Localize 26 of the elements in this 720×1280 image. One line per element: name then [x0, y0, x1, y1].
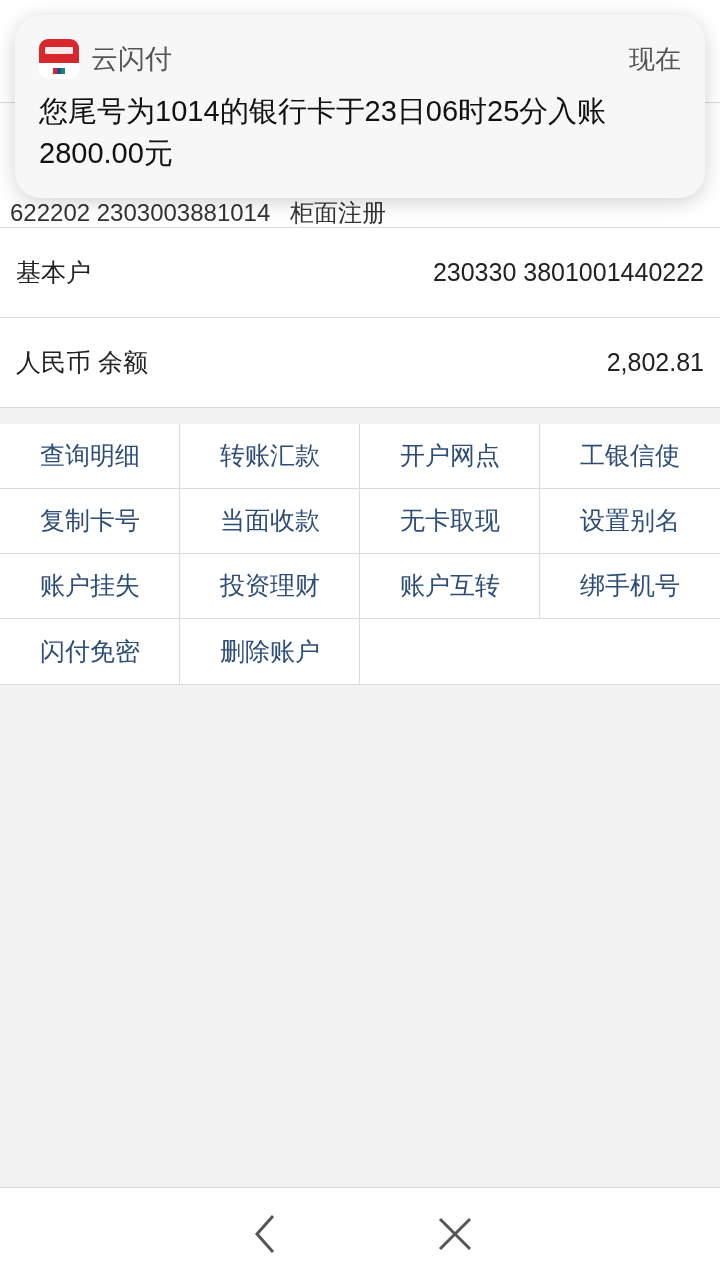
action-button[interactable]: 开户网点 — [360, 424, 540, 489]
notification-card[interactable]: 云闪付 现在 您尾号为1014的银行卡于23日06时25分入账2800.00元 — [15, 15, 705, 198]
row-label: 基本户 — [16, 256, 91, 288]
action-button[interactable]: 绑手机号 — [540, 554, 720, 619]
action-button[interactable]: 复制卡号 — [0, 489, 180, 554]
app-icon — [39, 39, 79, 80]
action-button[interactable]: 账户互转 — [360, 554, 540, 619]
card-number: 622202 2303003881014 柜面注册 — [10, 200, 387, 226]
row-value: 2,802.81 — [606, 346, 704, 378]
notification-time: 现在 — [629, 42, 681, 76]
notification-message: 您尾号为1014的银行卡于23日06时25分入账2800.00元 — [39, 93, 608, 171]
action-button[interactable]: 闪付免密 — [0, 619, 180, 684]
notification-app-name: 云闪付 — [91, 43, 172, 76]
close-icon — [438, 1217, 472, 1251]
action-button[interactable]: 查询明细 — [0, 424, 180, 489]
action-button[interactable]: 工银信使 — [540, 424, 720, 489]
action-button[interactable]: 设置别名 — [540, 489, 720, 554]
back-icon — [253, 1214, 277, 1254]
action-button[interactable]: 当面收款 — [180, 489, 360, 554]
action-button[interactable]: 转账汇款 — [180, 424, 360, 489]
action-button[interactable]: 投资理财 — [180, 554, 360, 619]
action-button[interactable]: 删除账户 — [180, 619, 360, 684]
action-button[interactable]: 无卡取现 — [360, 489, 540, 554]
action-button[interactable]: 账户挂失 — [0, 554, 180, 619]
row-label: 人民币 余额 — [16, 346, 148, 378]
row-value: 230330 3801001440222 — [432, 256, 704, 288]
